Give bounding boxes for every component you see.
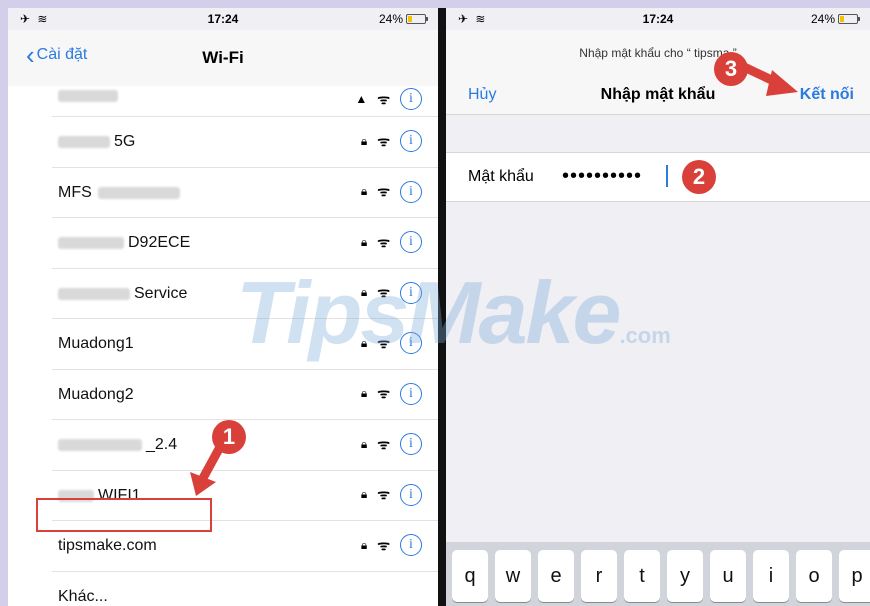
- info-icon[interactable]: i: [400, 483, 422, 506]
- lock-icon: 🔒︎: [360, 335, 368, 350]
- info-icon[interactable]: i: [400, 130, 422, 152]
- lock-icon: 🔒︎: [360, 537, 368, 552]
- wifi-icon: ᯤ: [377, 385, 390, 401]
- status-bar: ✈ ≋ 17:24 24%: [446, 8, 870, 30]
- lock-icon: 🔒︎: [360, 436, 368, 451]
- network-row[interactable]: 5G 🔒︎ ᯤ i: [52, 117, 438, 168]
- key-y[interactable]: y: [667, 550, 703, 602]
- status-time: 17:24: [642, 12, 674, 26]
- network-icons: 🔒︎ ᯤ i: [360, 382, 422, 405]
- key-u[interactable]: u: [710, 550, 746, 602]
- info-icon[interactable]: i: [400, 180, 422, 203]
- network-icons: 🔒︎ ᯤ i: [361, 332, 422, 354]
- key-e[interactable]: e: [538, 550, 574, 602]
- key-r[interactable]: r: [581, 550, 617, 602]
- network-icons: 🔒︎ ᯤ i: [360, 180, 422, 203]
- lock-icon: 🔒︎: [360, 285, 368, 299]
- lock-icon: 🔒︎: [360, 184, 368, 198]
- keyboard-row: qwertyuiop: [452, 550, 870, 602]
- password-prompt: Nhập mật khẩu cho “ tipsma ”: [579, 46, 737, 60]
- battery-icon: [838, 14, 860, 24]
- wifi-icon: ᯤ: [377, 334, 390, 351]
- network-name: D92ECE: [58, 234, 190, 252]
- key-w[interactable]: w: [495, 550, 531, 602]
- network-icons: ▲ ᯤ i: [355, 88, 422, 110]
- step-badge-3: 3: [714, 52, 748, 86]
- key-p[interactable]: p: [839, 550, 870, 602]
- navigation-bar: ‹ Cài đặt Wi-Fi: [8, 30, 438, 87]
- network-icons: 🔒︎ ᯤ i: [361, 534, 422, 556]
- status-time: 17:24: [207, 12, 239, 26]
- network-icons: 🔒︎ ᯤ i: [360, 281, 422, 304]
- connect-button[interactable]: Kết nối: [800, 86, 854, 104]
- network-name: Muadong2: [58, 385, 134, 403]
- network-row[interactable]: ▲ ᯤ i: [52, 86, 438, 117]
- key-i[interactable]: i: [753, 550, 789, 602]
- key-o[interactable]: o: [796, 550, 832, 602]
- step-badge-1: 1: [212, 420, 246, 454]
- info-icon[interactable]: i: [400, 534, 422, 556]
- network-row[interactable]: MFS 🔒︎ ᯤ i: [52, 168, 438, 218]
- lock-icon: 🔒︎: [360, 487, 368, 501]
- battery-indicator: 24%: [378, 12, 428, 26]
- network-name: tipsmake.com: [58, 537, 157, 554]
- info-icon[interactable]: i: [400, 88, 422, 110]
- other-network-row[interactable]: Khác...: [52, 572, 438, 606]
- selected-network-highlight: [36, 498, 212, 532]
- password-label: Mật khẩu: [468, 168, 534, 185]
- enter-password-screen: ✈ ≋ 17:24 24% Nhập mật khẩu cho “ tipsma…: [446, 8, 870, 606]
- screenshot-frame: ✈ ≋ 17:24 24% ‹ Cài đặt Wi-Fi ▲ ᯤ i 5G 🔒…: [0, 0, 870, 606]
- page-title: Wi-Fi: [202, 48, 244, 67]
- network-icons: 🔒︎ ᯤ i: [361, 433, 422, 455]
- battery-icon: [406, 14, 428, 24]
- wifi-icon: ᯤ: [377, 435, 390, 452]
- wifi-icon: ᯤ: [377, 536, 390, 553]
- wifi-icon: ᯤ: [377, 284, 390, 300]
- lock-icon: ▲: [355, 92, 368, 106]
- other-network-label: Khác...: [58, 587, 108, 605]
- onscreen-keyboard: qwertyuiop: [446, 542, 870, 606]
- wifi-icon: ᯤ: [377, 233, 390, 250]
- info-icon[interactable]: i: [400, 382, 422, 405]
- lock-icon: 🔒︎: [360, 234, 368, 249]
- wifi-icon: ᯤ: [377, 132, 390, 149]
- info-icon[interactable]: i: [400, 231, 422, 253]
- key-q[interactable]: q: [452, 550, 488, 602]
- lock-icon: 🔒︎: [360, 133, 368, 148]
- battery-percent: 24%: [378, 12, 403, 26]
- step-badge-2: 2: [682, 160, 716, 194]
- wifi-icon: ᯤ: [377, 183, 390, 199]
- network-row[interactable]: Muadong1 🔒︎ ᯤ i: [52, 319, 438, 370]
- wifi-icon: ᯤ: [377, 90, 390, 107]
- info-icon[interactable]: i: [400, 433, 422, 455]
- status-bar: ✈ ≋ 17:24 24%: [8, 8, 438, 30]
- info-icon[interactable]: i: [400, 281, 422, 304]
- key-t[interactable]: t: [624, 550, 660, 602]
- network-row[interactable]: Muadong2 🔒︎ ᯤ i: [52, 370, 438, 420]
- network-name: _2.4: [58, 436, 177, 454]
- battery-percent: 24%: [810, 12, 835, 26]
- text-cursor: [666, 165, 668, 187]
- network-name: Service: [58, 285, 187, 303]
- network-name: 5G: [58, 133, 135, 151]
- network-row[interactable]: D92ECE 🔒︎ ᯤ i: [52, 218, 438, 269]
- network-icons: 🔒︎ ᯤ i: [361, 130, 422, 152]
- screen-divider: [438, 8, 446, 606]
- network-row[interactable]: Service 🔒︎ ᯤ i: [52, 269, 438, 319]
- battery-indicator: 24%: [810, 12, 860, 26]
- info-icon[interactable]: i: [400, 332, 422, 354]
- network-name: MFS: [58, 184, 184, 202]
- lock-icon: 🔒︎: [360, 386, 368, 400]
- password-nav-bar: Nhập mật khẩu cho “ tipsma ” Hủy Nhập mậ…: [446, 30, 870, 115]
- password-input[interactable]: ••••••••••: [562, 165, 642, 188]
- network-icons: 🔒︎ ᯤ i: [360, 483, 422, 506]
- password-field-row[interactable]: Mật khẩu ••••••••••: [446, 152, 870, 202]
- network-icons: 🔒︎ ᯤ i: [361, 231, 422, 253]
- network-name: Muadong1: [58, 335, 134, 352]
- wifi-icon: ᯤ: [377, 486, 390, 502]
- network-name: [58, 90, 122, 102]
